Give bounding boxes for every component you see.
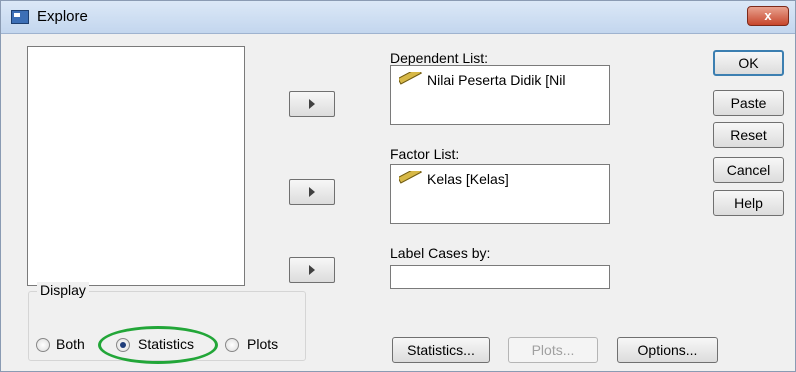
dependent-item-label: Nilai Peserta Didik [Nil bbox=[427, 72, 566, 88]
move-to-label-cases-button[interactable] bbox=[289, 257, 335, 283]
both-radio[interactable] bbox=[36, 338, 50, 352]
cancel-button[interactable]: Cancel bbox=[713, 157, 784, 183]
window-title: Explore bbox=[37, 8, 88, 25]
ruler-icon bbox=[399, 174, 421, 186]
plots-button: Plots... bbox=[508, 337, 598, 363]
factor-list-item[interactable]: Kelas [Kelas] bbox=[399, 171, 605, 187]
right-arrow-icon bbox=[309, 265, 315, 275]
title-bar: Explore x bbox=[1, 1, 795, 34]
reset-button[interactable]: Reset bbox=[713, 122, 784, 148]
paste-button[interactable]: Paste bbox=[713, 90, 784, 116]
plots-radio[interactable] bbox=[225, 338, 239, 352]
dependent-list-label: Dependent List: bbox=[390, 50, 489, 66]
app-window-icon bbox=[11, 10, 29, 24]
label-cases-label: Label Cases by: bbox=[390, 245, 491, 261]
label-cases-field[interactable] bbox=[390, 265, 610, 289]
source-variable-list[interactable] bbox=[27, 46, 245, 286]
ok-button[interactable]: OK bbox=[713, 50, 784, 76]
ruler-icon bbox=[399, 75, 421, 87]
right-arrow-icon bbox=[309, 99, 315, 109]
display-group-legend: Display bbox=[37, 282, 89, 298]
right-arrow-icon bbox=[309, 187, 315, 197]
highlight-annotation-ellipse bbox=[98, 326, 218, 364]
move-to-dependent-button[interactable] bbox=[289, 91, 335, 117]
statistics-button[interactable]: Statistics... bbox=[392, 337, 490, 363]
dependent-list-item[interactable]: Nilai Peserta Didik [Nil bbox=[399, 72, 605, 88]
help-button[interactable]: Help bbox=[713, 190, 784, 216]
plots-radio-label[interactable]: Plots bbox=[247, 336, 278, 352]
factor-item-label: Kelas [Kelas] bbox=[427, 171, 509, 187]
factor-list[interactable]: Kelas [Kelas] bbox=[390, 164, 610, 224]
factor-list-label: Factor List: bbox=[390, 146, 460, 162]
dependent-list[interactable]: Nilai Peserta Didik [Nil bbox=[390, 65, 610, 125]
move-to-factor-button[interactable] bbox=[289, 179, 335, 205]
close-button[interactable]: x bbox=[747, 6, 789, 26]
explore-dialog: Explore x Dependent List: Nilai Peserta … bbox=[0, 0, 796, 372]
options-button[interactable]: Options... bbox=[617, 337, 718, 363]
both-radio-label[interactable]: Both bbox=[56, 336, 85, 352]
